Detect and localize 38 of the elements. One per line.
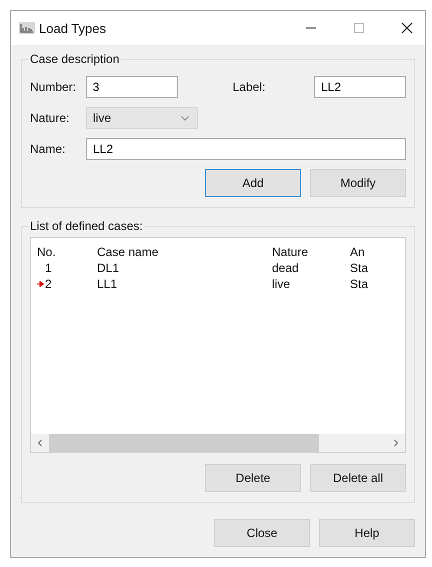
table-cell: 2 xyxy=(45,277,52,291)
table-cell-text: Sta xyxy=(350,261,370,275)
field-label: Name: xyxy=(30,142,66,156)
table-cell-text: LL1 xyxy=(97,277,118,291)
scrollbar-thumb[interactable] xyxy=(49,434,320,452)
dialog-button[interactable]: Delete all xyxy=(310,464,406,492)
table-cell-text: Sta xyxy=(350,277,370,291)
column-header: Nature xyxy=(272,245,310,259)
table-cell-text: DL1 xyxy=(97,261,120,275)
group-title: List of defined cases: xyxy=(28,219,145,233)
dialog-button[interactable]: Modify xyxy=(310,169,406,197)
group-title: Case description xyxy=(28,52,122,66)
name-field[interactable]: LL2 xyxy=(86,138,406,160)
list-row[interactable]: 1 DL1 dead Sta xyxy=(31,260,405,276)
field-label: Nature: xyxy=(30,111,70,125)
scroll-right-icon[interactable] xyxy=(393,439,399,447)
dialog-button[interactable]: Close xyxy=(214,519,310,547)
dialog-button[interactable]: Add xyxy=(205,169,301,197)
field-label: Label: xyxy=(232,80,266,94)
scroll-left-icon[interactable] xyxy=(37,439,43,447)
column-header: No. xyxy=(37,245,57,259)
field-label: Number: xyxy=(30,80,78,94)
label-field[interactable]: LL2 xyxy=(314,76,406,98)
number-field[interactable]: 3 xyxy=(86,76,178,98)
dialog-button[interactable]: Help xyxy=(319,519,415,547)
column-header: Case name xyxy=(97,245,160,259)
app-icon xyxy=(19,22,35,34)
table-cell-text: dead xyxy=(272,261,300,275)
list-row[interactable]: 2 LL1 live Sta xyxy=(31,276,405,292)
table-cell-text: live xyxy=(272,277,292,291)
dialog-button[interactable]: Delete xyxy=(205,464,301,492)
horizontal-scrollbar[interactable] xyxy=(31,434,405,452)
table-cell: 1 xyxy=(45,261,52,275)
window-title: Load Types xyxy=(39,20,107,36)
close-icon[interactable] xyxy=(401,22,413,34)
chevron-icon xyxy=(181,116,189,120)
nature-dropdown[interactable]: live xyxy=(86,107,198,129)
column-header: An xyxy=(350,245,366,259)
